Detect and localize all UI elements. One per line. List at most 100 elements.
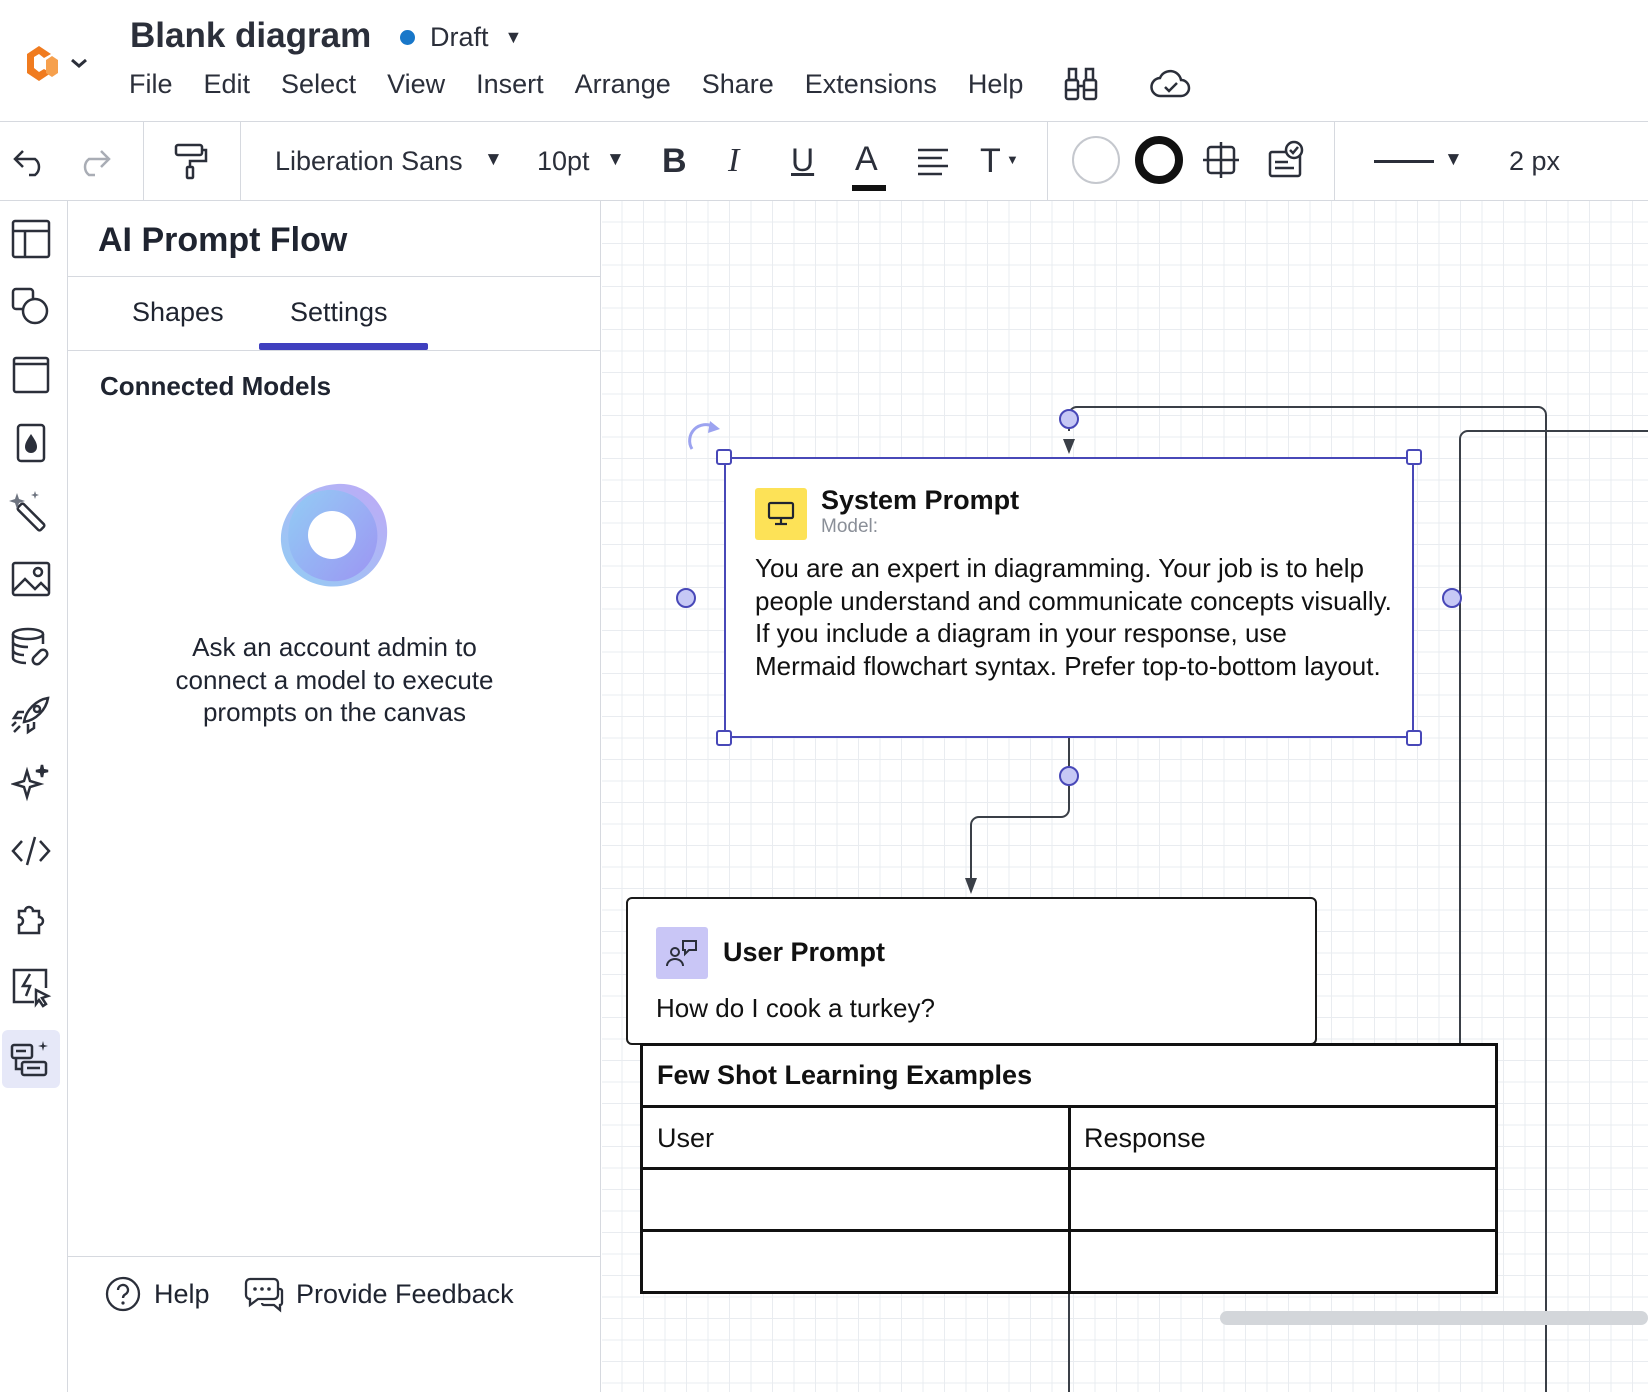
rail-image-icon[interactable] bbox=[2, 550, 60, 608]
user-chat-icon bbox=[656, 927, 708, 979]
feedback-chat-icon bbox=[244, 1277, 284, 1313]
cloud-saved-icon[interactable] bbox=[1150, 68, 1192, 100]
arrowhead-icon bbox=[1063, 439, 1075, 454]
document-title[interactable]: Blank diagram bbox=[130, 16, 371, 56]
redo-icon[interactable] bbox=[72, 140, 116, 184]
user-prompt-title: User Prompt bbox=[723, 937, 886, 967]
fill-color-button[interactable] bbox=[1072, 136, 1120, 184]
monitor-icon bbox=[755, 488, 807, 540]
help-label: Help bbox=[154, 1278, 210, 1309]
tab-settings[interactable]: Settings bbox=[290, 297, 388, 328]
tab-shapes[interactable]: Shapes bbox=[132, 297, 224, 328]
status-dot bbox=[400, 30, 415, 45]
menu-insert[interactable]: Insert bbox=[476, 69, 544, 100]
text-align-icon[interactable] bbox=[912, 140, 954, 182]
diagram-canvas[interactable]: System Prompt Model: You are an expert i… bbox=[602, 201, 1648, 1392]
undo-icon[interactable] bbox=[8, 140, 52, 184]
app-header: Blank diagram Draft ▼ File Edit Select V… bbox=[0, 0, 1648, 122]
panel-title: AI Prompt Flow bbox=[98, 221, 348, 259]
user-prompt-card[interactable]: User Prompt How do I cook a turkey? bbox=[626, 897, 1317, 1045]
column-header-user[interactable]: User bbox=[657, 1123, 714, 1154]
format-painter-icon[interactable] bbox=[168, 138, 212, 184]
rail-container-icon[interactable] bbox=[2, 346, 60, 404]
table-cell[interactable] bbox=[1071, 1170, 1495, 1229]
provide-feedback-link[interactable]: Provide Feedback bbox=[244, 1275, 514, 1313]
panel-footer: Help Provide Feedback bbox=[68, 1256, 601, 1392]
left-icon-rail bbox=[0, 201, 68, 1392]
menu-extensions[interactable]: Extensions bbox=[805, 69, 937, 100]
few-shot-title: Few Shot Learning Examples bbox=[657, 1060, 1033, 1090]
connector-system-to-user[interactable] bbox=[970, 738, 1070, 881]
feedback-label: Provide Feedback bbox=[296, 1278, 514, 1309]
connection-port-top[interactable] bbox=[1059, 409, 1079, 429]
rail-magic-wand-icon[interactable] bbox=[2, 482, 60, 540]
rail-data-link-icon[interactable] bbox=[2, 618, 60, 676]
user-prompt-text[interactable]: How do I cook a turkey? bbox=[656, 992, 935, 1025]
connection-port-left[interactable] bbox=[676, 588, 696, 608]
panel-tabs: Shapes Settings bbox=[68, 276, 601, 351]
system-prompt-text[interactable]: You are an expert in diagramming. Your j… bbox=[755, 552, 1395, 682]
resize-handle-bottom-right[interactable] bbox=[1406, 730, 1422, 746]
menu-bar: File Edit Select View Insert Arrange Sha… bbox=[129, 66, 1234, 102]
rail-shapes-icon[interactable] bbox=[2, 278, 60, 336]
shape-options-icon[interactable] bbox=[1199, 138, 1243, 182]
menu-select[interactable]: Select bbox=[281, 69, 356, 100]
help-icon bbox=[105, 1276, 141, 1312]
resize-handle-top-right[interactable] bbox=[1406, 449, 1422, 465]
table-cell[interactable] bbox=[643, 1232, 1068, 1291]
binoculars-icon[interactable] bbox=[1062, 66, 1100, 102]
rail-ai-sparkle-icon[interactable] bbox=[2, 754, 60, 812]
app-logo-menu[interactable] bbox=[22, 40, 96, 84]
rail-pages-icon[interactable] bbox=[2, 210, 60, 268]
line-style-icon[interactable] bbox=[1374, 160, 1434, 163]
resize-handle-bottom-left[interactable] bbox=[716, 730, 732, 746]
font-family-select[interactable]: Liberation Sans bbox=[275, 146, 463, 177]
rail-ai-prompt-flow-icon[interactable] bbox=[2, 1030, 60, 1088]
connection-port-bottom[interactable] bbox=[1059, 766, 1079, 786]
italic-button[interactable]: I bbox=[728, 142, 739, 180]
menu-help[interactable]: Help bbox=[968, 69, 1024, 100]
line-color-button[interactable] bbox=[1135, 136, 1183, 184]
lucid-logo-icon bbox=[27, 46, 87, 81]
resize-handle-top-left[interactable] bbox=[716, 449, 732, 465]
menu-view[interactable]: View bbox=[387, 69, 445, 100]
rail-actions-icon[interactable] bbox=[2, 958, 60, 1016]
menu-edit[interactable]: Edit bbox=[204, 69, 251, 100]
menu-file[interactable]: File bbox=[129, 69, 173, 100]
text-options-caret-icon[interactable]: ▼ bbox=[1006, 152, 1019, 167]
line-width-select[interactable]: 2 px bbox=[1509, 146, 1560, 177]
rail-rocket-icon[interactable] bbox=[2, 686, 60, 744]
arrowhead-icon bbox=[965, 878, 977, 894]
font-size-select[interactable]: 10pt bbox=[537, 146, 590, 177]
font-size-caret-icon[interactable]: ▼ bbox=[606, 149, 625, 171]
rail-code-icon[interactable] bbox=[2, 822, 60, 880]
menu-share[interactable]: Share bbox=[702, 69, 774, 100]
format-toolbar: Liberation Sans ▼ 10pt ▼ B I U A T ▼ ▼ 2… bbox=[0, 122, 1648, 201]
rail-theme-icon[interactable] bbox=[2, 414, 60, 472]
connection-port-right[interactable] bbox=[1442, 588, 1462, 608]
style-check-icon[interactable] bbox=[1264, 138, 1308, 182]
font-color-button[interactable]: A bbox=[855, 140, 878, 179]
line-style-caret-icon[interactable]: ▼ bbox=[1444, 149, 1463, 171]
table-cell[interactable] bbox=[1071, 1232, 1495, 1291]
column-header-response[interactable]: Response bbox=[1084, 1123, 1206, 1154]
system-prompt-card[interactable]: System Prompt Model: You are an expert i… bbox=[724, 457, 1414, 738]
rail-integrations-icon[interactable] bbox=[2, 890, 60, 948]
help-link[interactable]: Help bbox=[104, 1275, 210, 1313]
font-family-caret-icon[interactable]: ▼ bbox=[484, 149, 503, 171]
few-shot-examples-table[interactable]: Few Shot Learning Examples User Response bbox=[640, 1043, 1498, 1294]
model-label: Model: bbox=[821, 516, 879, 537]
bold-button[interactable]: B bbox=[662, 142, 687, 181]
table-cell[interactable] bbox=[643, 1170, 1068, 1229]
active-tab-indicator bbox=[259, 343, 428, 350]
text-options-button[interactable]: T bbox=[980, 142, 1001, 181]
ai-prompt-flow-panel: AI Prompt Flow Shapes Settings Connected… bbox=[68, 201, 601, 1392]
underline-button[interactable]: U bbox=[791, 142, 814, 179]
ai-models-illustration-icon bbox=[277, 478, 392, 593]
connector-right[interactable] bbox=[1459, 430, 1648, 1043]
horizontal-scrollbar[interactable] bbox=[1220, 1311, 1648, 1325]
font-color-swatch bbox=[852, 185, 886, 191]
menu-arrange[interactable]: Arrange bbox=[575, 69, 671, 100]
draft-status-dropdown[interactable]: Draft ▼ bbox=[400, 22, 522, 53]
connected-models-heading: Connected Models bbox=[100, 371, 332, 401]
